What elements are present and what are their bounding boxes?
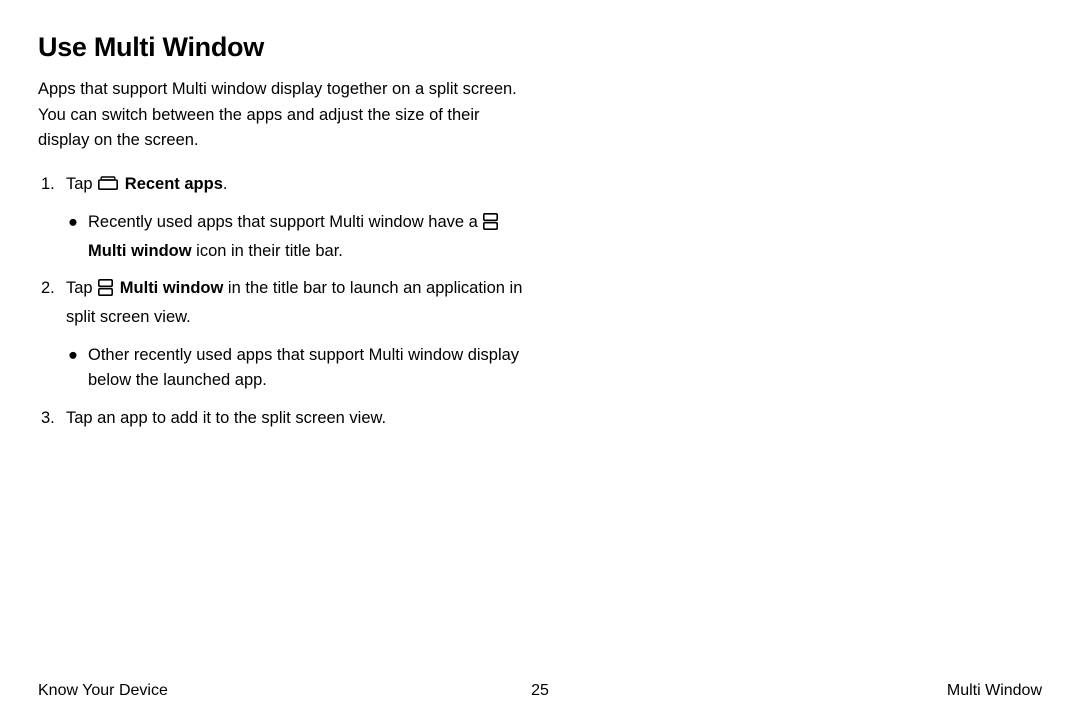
multi-window-label: Multi window xyxy=(120,279,224,297)
multi-window-icon xyxy=(483,213,498,239)
text: icon in their title bar. xyxy=(192,242,343,260)
step-number: 3. xyxy=(38,406,66,432)
step-number: 1. xyxy=(38,172,66,199)
multi-window-label: Multi window xyxy=(88,242,192,260)
step-3: 3. Tap an app to add it to the split scr… xyxy=(38,406,543,432)
page-footer: Know Your Device 25 Multi Window xyxy=(38,682,1042,700)
text: Tap xyxy=(66,279,97,297)
text: Tap xyxy=(66,175,97,193)
multi-window-icon xyxy=(98,279,113,305)
instruction-list: 1. Tap Recent apps. ● Recently used apps… xyxy=(38,172,543,432)
page-number: 25 xyxy=(531,682,549,700)
footer-right: Multi Window xyxy=(947,682,1042,700)
step-1-sub: ● Recently used apps that support Multi … xyxy=(66,210,543,264)
step-body: Tap Recent apps. xyxy=(66,172,543,199)
recent-apps-label: Recent apps xyxy=(125,175,223,193)
sub-body: Recently used apps that support Multi wi… xyxy=(88,210,543,264)
bullet: ● xyxy=(66,210,88,264)
text: . xyxy=(223,175,228,193)
step-body: Tap an app to add it to the split screen… xyxy=(66,406,543,432)
step-1: 1. Tap Recent apps. xyxy=(38,172,543,199)
page-heading: Use Multi Window xyxy=(38,32,1042,63)
sub-body: Other recently used apps that support Mu… xyxy=(88,343,543,394)
bullet: ● xyxy=(66,343,88,394)
step-2: 2. Tap Multi window in the title bar to … xyxy=(38,276,543,330)
recent-apps-icon xyxy=(98,173,118,199)
text: Recently used apps that support Multi wi… xyxy=(88,213,482,231)
intro-paragraph: Apps that support Multi window display t… xyxy=(38,77,533,154)
step-2-sub: ● Other recently used apps that support … xyxy=(66,343,543,394)
step-number: 2. xyxy=(38,276,66,330)
footer-left: Know Your Device xyxy=(38,682,168,700)
step-body: Tap Multi window in the title bar to lau… xyxy=(66,276,543,330)
